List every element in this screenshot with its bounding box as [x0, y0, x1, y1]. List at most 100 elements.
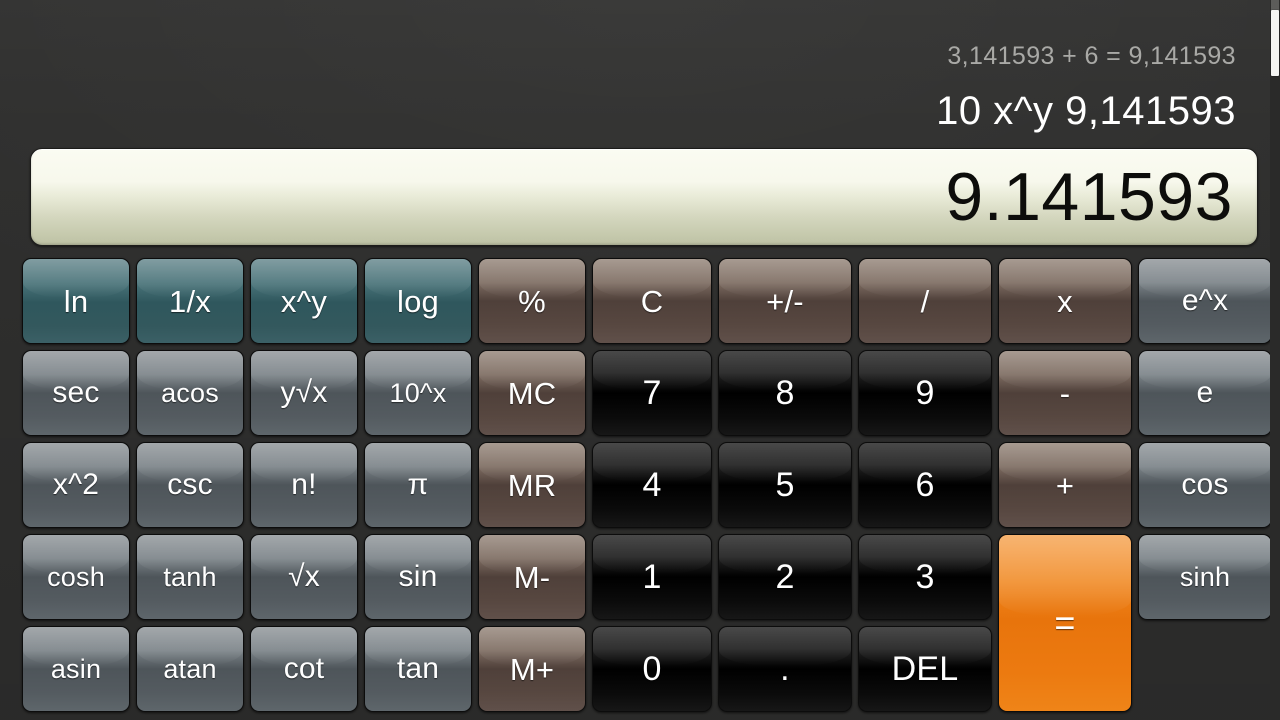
- key-6[interactable]: 6: [858, 442, 992, 528]
- current-expression-text: 10 x^y 9,141593: [936, 89, 1236, 133]
- key-1[interactable]: 1: [592, 534, 712, 620]
- key-label: x: [1057, 283, 1073, 319]
- key-label: x^y: [280, 283, 328, 319]
- key-label: y√x: [280, 376, 328, 409]
- key-label: 9: [915, 374, 935, 412]
- lcd-display[interactable]: 9.141593: [30, 148, 1258, 246]
- key-8[interactable]: 8: [718, 350, 852, 436]
- key-sec[interactable]: sec: [22, 350, 130, 436]
- key-tanh[interactable]: tanh: [136, 534, 244, 620]
- key-label: cot: [283, 652, 325, 685]
- keypad: ln 1/x x^y log% C +/- / x e^x sec acos y√x 10^x MC 7 8 9…: [22, 258, 1272, 712]
- key-label: tan: [396, 652, 440, 685]
- key-label: %: [518, 283, 546, 319]
- key-0[interactable]: 0: [592, 626, 712, 712]
- key-label: sinh: [1179, 561, 1231, 592]
- key-label: 1: [642, 558, 662, 596]
- key-equals[interactable]: =: [998, 534, 1132, 712]
- key-label: 6: [915, 466, 935, 504]
- key-cot[interactable]: cot: [250, 626, 358, 712]
- display-value: 9.141593: [945, 159, 1233, 235]
- key-label: 5: [775, 466, 795, 504]
- key-mplus[interactable]: M+: [478, 626, 586, 712]
- key-csc[interactable]: csc: [136, 442, 244, 528]
- key-label: cos: [1181, 468, 1229, 501]
- key-label: acos: [161, 377, 219, 408]
- key-c[interactable]: C: [592, 258, 712, 344]
- key-label: .: [780, 650, 790, 688]
- key-7[interactable]: 7: [592, 350, 712, 436]
- key-4[interactable]: 4: [592, 442, 712, 528]
- key-ysqrtx[interactable]: y√x: [250, 350, 358, 436]
- key-5[interactable]: 5: [718, 442, 852, 528]
- key-label: -: [1059, 375, 1071, 411]
- key-plusminusdivminusminus[interactable]: +/-: [718, 258, 852, 344]
- key-ln[interactable]: ln: [22, 258, 130, 344]
- history-area: 3,141593 + 6 = 9,141593 10 x^y 9,141593: [0, 0, 1248, 133]
- key-label: MC: [507, 375, 557, 411]
- key-3[interactable]: 3: [858, 534, 992, 620]
- key-label: =: [1054, 602, 1076, 643]
- key-x[interactable]: x: [998, 258, 1132, 344]
- key-2[interactable]: 2: [718, 534, 852, 620]
- key-label: /: [920, 283, 930, 319]
- key-label: log: [397, 283, 439, 319]
- key-label: 2: [775, 558, 795, 596]
- key-label: 10^x: [389, 377, 447, 408]
- key-label: 0: [642, 650, 662, 688]
- key-xminuspowminusy[interactable]: x^y: [250, 258, 358, 344]
- key-xminuspowminus2[interactable]: x^2: [22, 442, 130, 528]
- key-asin[interactable]: asin: [22, 626, 130, 712]
- scrollbar-thumb[interactable]: [1271, 10, 1279, 76]
- key-plus[interactable]: +: [998, 442, 1132, 528]
- key-label: tanh: [163, 561, 217, 592]
- key-label: M+: [509, 651, 555, 687]
- key-nfact[interactable]: n!: [250, 442, 358, 528]
- scrollbar-track[interactable]: [1270, 0, 1280, 720]
- key-label: 4: [642, 466, 662, 504]
- key-label: +: [1055, 467, 1075, 503]
- key-atan[interactable]: atan: [136, 626, 244, 712]
- key-mminus[interactable]: M-: [478, 534, 586, 620]
- key-label: 1/x: [169, 283, 211, 319]
- key-tan[interactable]: tan: [364, 626, 472, 712]
- key-minus[interactable]: -: [998, 350, 1132, 436]
- key-cos[interactable]: cos: [1138, 442, 1272, 528]
- key-label: √x: [288, 560, 320, 593]
- key-label: n!: [291, 468, 317, 501]
- key-label: 7: [642, 374, 662, 412]
- key-acos[interactable]: acos: [136, 350, 244, 436]
- key-10minuspowminusx[interactable]: 10^x: [364, 350, 472, 436]
- key-label: π: [407, 468, 429, 501]
- key-eminuspowminusx[interactable]: e^x: [1138, 258, 1272, 344]
- key-label: sin: [398, 560, 438, 593]
- key-del[interactable]: DEL: [858, 626, 992, 712]
- key-sin[interactable]: sin: [364, 534, 472, 620]
- key-9[interactable]: 9: [858, 350, 992, 436]
- key-label: e^x: [1181, 284, 1229, 317]
- key-dot[interactable]: .: [718, 626, 852, 712]
- key-log[interactable]: log: [364, 258, 472, 344]
- key-minusdivminus[interactable]: /: [858, 258, 992, 344]
- key-percent[interactable]: %: [478, 258, 586, 344]
- key-label: M-: [513, 559, 551, 595]
- key-label: +/-: [766, 283, 804, 319]
- key-label: cosh: [47, 561, 105, 592]
- key-label: C: [640, 283, 664, 319]
- key-label: csc: [167, 468, 213, 501]
- key-label: asin: [50, 653, 102, 684]
- key-sinh[interactable]: sinh: [1138, 534, 1272, 620]
- key-mr[interactable]: MR: [478, 442, 586, 528]
- key-label: DEL: [891, 650, 959, 688]
- key-label: sec: [52, 376, 100, 409]
- key-e[interactable]: e: [1138, 350, 1272, 436]
- key-label: 8: [775, 374, 795, 412]
- key-sqrtx[interactable]: √x: [250, 534, 358, 620]
- key-label: ln: [63, 283, 89, 319]
- key-label: atan: [163, 653, 217, 684]
- key-mc[interactable]: MC: [478, 350, 586, 436]
- key-label: 3: [915, 558, 935, 596]
- key-cosh[interactable]: cosh: [22, 534, 130, 620]
- key-1minusdivminusx[interactable]: 1/x: [136, 258, 244, 344]
- key-pi[interactable]: π: [364, 442, 472, 528]
